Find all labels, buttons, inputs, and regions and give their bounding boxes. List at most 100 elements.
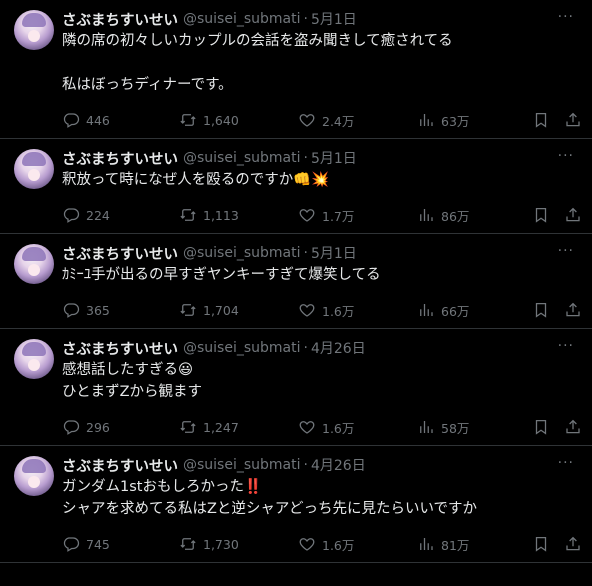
share-button[interactable] xyxy=(564,535,582,553)
bookmark-button[interactable] xyxy=(532,301,550,319)
bookmark-button[interactable] xyxy=(532,111,550,129)
reply-count: 296 xyxy=(86,419,110,435)
separator-dot: · xyxy=(303,340,308,356)
more-options-button[interactable]: ··· xyxy=(558,149,574,163)
author-name[interactable]: さぶまちすいせい xyxy=(62,455,178,476)
tweet-text-line: ひとまずZから観ます xyxy=(62,384,202,400)
views-button[interactable]: 66万 xyxy=(417,301,469,320)
author-name[interactable]: さぶまちすいせい xyxy=(62,9,178,30)
reply-button[interactable]: 365 xyxy=(62,301,110,319)
tweet-date[interactable]: 5月1日 xyxy=(311,9,357,29)
bookmark-icon xyxy=(535,302,547,318)
share-button[interactable] xyxy=(564,206,582,224)
avatar[interactable] xyxy=(14,10,54,50)
like-icon xyxy=(299,538,315,551)
tweet-text: 感想話したすぎる😃 ひとまずZから観ます xyxy=(62,359,576,403)
views-count: 86万 xyxy=(441,208,470,224)
share-icon xyxy=(566,419,580,434)
tweet-text: ガンダム1stおもしろかった‼️ シャアを求めてる私はZと逆シャアどっち先に見たら… xyxy=(62,476,576,520)
more-options-button[interactable]: ··· xyxy=(558,244,574,258)
author-name[interactable]: さぶまちすいせい xyxy=(62,148,178,169)
like-button[interactable]: 1.6万 xyxy=(298,301,354,320)
views-icon xyxy=(420,304,433,316)
share-icon xyxy=(566,207,580,222)
like-button[interactable]: 1.6万 xyxy=(298,535,354,554)
like-icon xyxy=(299,421,315,434)
like-count: 1.6万 xyxy=(322,420,355,436)
reply-count: 365 xyxy=(86,302,110,318)
tweet[interactable]: ··· さぶまちすいせい @suisei_submati · 5月1日 隣の席の… xyxy=(0,0,592,139)
views-icon xyxy=(420,538,433,550)
tweet[interactable]: ··· さぶまちすいせい @suisei_submati · 5月1日 ｶﾐｰﾕ… xyxy=(0,234,592,329)
tweet-date[interactable]: 5月1日 xyxy=(311,243,357,263)
reply-button[interactable]: 446 xyxy=(62,111,110,129)
like-button[interactable]: 2.4万 xyxy=(298,111,354,130)
tweet-date[interactable]: 4月26日 xyxy=(311,455,366,475)
tweet-header: さぶまちすいせい @suisei_submati · 5月1日 xyxy=(62,147,576,169)
tweet[interactable]: ··· さぶまちすいせい @suisei_submati · 4月26日 ガンダ… xyxy=(0,446,592,563)
bookmark-button[interactable] xyxy=(532,535,550,553)
share-icon xyxy=(566,112,580,127)
more-options-button[interactable]: ··· xyxy=(558,339,574,353)
tweet[interactable]: ··· さぶまちすいせい @suisei_submati · 4月26日 感想話… xyxy=(0,329,592,446)
reply-button[interactable]: 296 xyxy=(62,418,110,436)
like-count: 2.4万 xyxy=(322,113,355,129)
reply-button[interactable]: 745 xyxy=(62,535,110,553)
tweet-header: さぶまちすいせい @suisei_submati · 4月26日 xyxy=(62,337,576,359)
author-name[interactable]: さぶまちすいせい xyxy=(62,338,178,359)
tweet-text: 隣の席の初々しいカップルの会話を盗み聞きして癒されてる 私はぼっちディナーです。 xyxy=(62,30,576,96)
avatar[interactable] xyxy=(14,149,54,189)
reply-icon xyxy=(63,113,80,128)
bookmark-icon xyxy=(535,419,547,435)
retweet-icon xyxy=(180,538,196,550)
bookmark-icon xyxy=(535,536,547,552)
author-name[interactable]: さぶまちすいせい xyxy=(62,243,178,264)
separator-dot: · xyxy=(303,150,308,166)
more-options-button[interactable]: ··· xyxy=(558,10,574,24)
author-handle[interactable]: @suisei_submati xyxy=(183,457,301,473)
share-button[interactable] xyxy=(564,301,582,319)
bookmark-button[interactable] xyxy=(532,206,550,224)
tweet-date[interactable]: 5月1日 xyxy=(311,148,357,168)
retweet-count: 1,113 xyxy=(203,207,239,223)
retweet-button[interactable]: 1,704 xyxy=(179,301,239,319)
tweet-text-line: 私はぼっちディナーです。 xyxy=(62,77,233,93)
retweet-button[interactable]: 1,730 xyxy=(179,535,239,553)
views-button[interactable]: 86万 xyxy=(417,206,469,225)
tweet-text: ｶﾐｰﾕ手が出るの早すぎヤンキーすぎて爆笑してる xyxy=(62,264,576,286)
reply-icon xyxy=(63,303,80,318)
views-button[interactable]: 58万 xyxy=(417,418,469,437)
author-handle[interactable]: @suisei_submati xyxy=(183,11,301,27)
reply-button[interactable]: 224 xyxy=(62,206,110,224)
retweet-button[interactable]: 1,640 xyxy=(179,111,239,129)
tweet[interactable]: ··· さぶまちすいせい @suisei_submati · 5月1日 釈放って… xyxy=(0,139,592,234)
avatar[interactable] xyxy=(14,456,54,496)
tweet-text-line: 釈放って時になぜ人を殴るのですか👊💥 xyxy=(62,172,330,188)
retweet-button[interactable]: 1,113 xyxy=(179,206,239,224)
avatar[interactable] xyxy=(14,339,54,379)
more-options-button[interactable]: ··· xyxy=(558,456,574,470)
avatar[interactable] xyxy=(14,244,54,284)
author-handle[interactable]: @suisei_submati xyxy=(183,245,301,261)
views-button[interactable]: 63万 xyxy=(417,111,469,130)
share-button[interactable] xyxy=(564,111,582,129)
tweet-header: さぶまちすいせい @suisei_submati · 5月1日 xyxy=(62,242,576,264)
reply-icon xyxy=(63,537,80,552)
views-button[interactable]: 81万 xyxy=(417,535,469,554)
retweet-button[interactable]: 1,247 xyxy=(179,418,239,436)
tweet-header: さぶまちすいせい @suisei_submati · 4月26日 xyxy=(62,454,576,476)
tweet-text-line: ガンダム1stおもしろかった‼️ xyxy=(62,479,263,495)
bookmark-icon xyxy=(535,207,547,223)
like-button[interactable]: 1.6万 xyxy=(298,418,354,437)
like-button[interactable]: 1.7万 xyxy=(298,206,354,225)
author-handle[interactable]: @suisei_submati xyxy=(183,150,301,166)
views-icon xyxy=(420,421,433,433)
share-icon xyxy=(566,302,580,317)
bookmark-button[interactable] xyxy=(532,418,550,436)
views-count: 58万 xyxy=(441,420,470,436)
tweet-body: さぶまちすいせい @suisei_submati · 5月1日 釈放って時になぜ… xyxy=(62,147,580,233)
share-button[interactable] xyxy=(564,418,582,436)
tweet-date[interactable]: 4月26日 xyxy=(311,338,366,358)
author-handle[interactable]: @suisei_submati xyxy=(183,340,301,356)
like-icon xyxy=(299,304,315,317)
